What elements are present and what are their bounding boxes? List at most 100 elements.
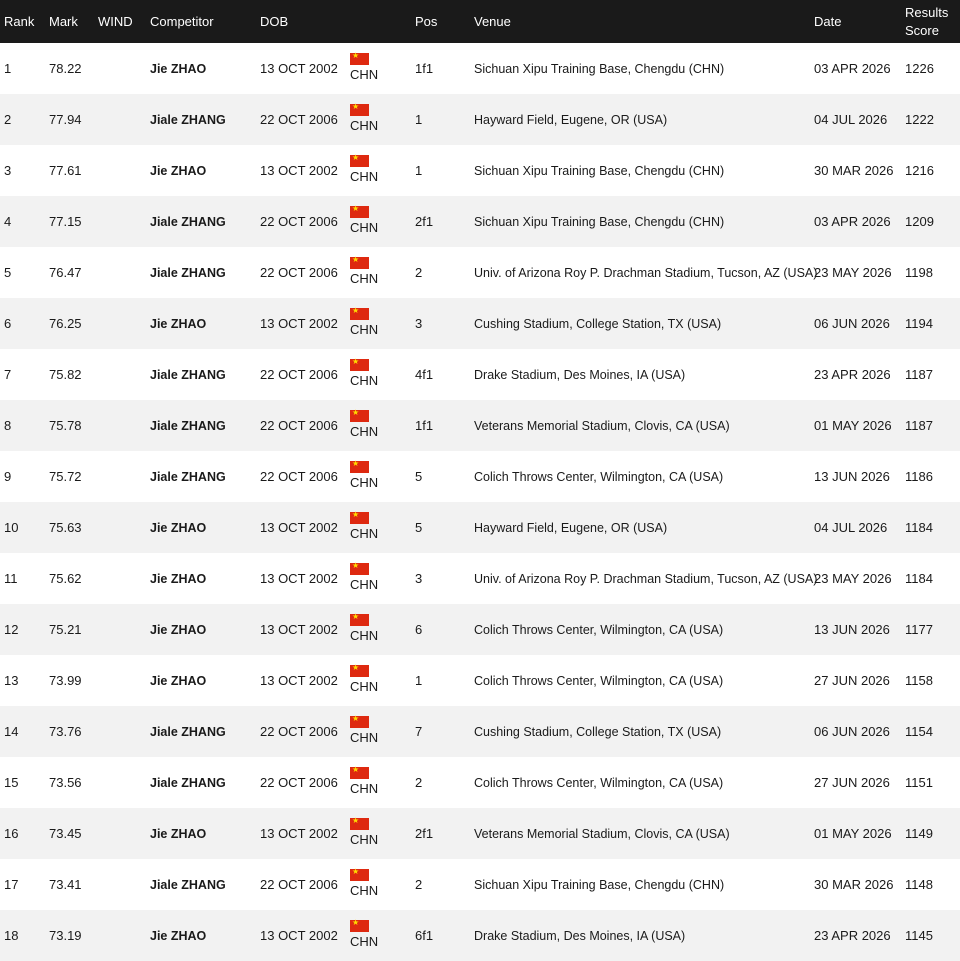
country-code: CHN <box>350 373 379 388</box>
rank-cell: 5 <box>4 264 12 280</box>
pos-cell: 1f1 <box>415 60 434 76</box>
pos-cell: 2 <box>415 774 423 790</box>
header-mark[interactable]: Mark <box>45 0 94 43</box>
competitor-link[interactable]: Jiale ZHANG <box>146 400 256 451</box>
score-cell: 1198 <box>905 264 933 280</box>
rank-cell: 10 <box>4 519 19 535</box>
venue-cell: Veterans Memorial Stadium, Clovis, CA (U… <box>474 418 730 433</box>
date-cell: 30 MAR 2026 <box>814 162 894 178</box>
header-date[interactable]: Date <box>810 0 901 43</box>
competitor-link[interactable]: Jie ZHAO <box>146 502 256 553</box>
table-row[interactable]: 5 76.47 Jiale ZHANG22 OCT 2006 CHN 2 Univ. of… <box>0 247 960 298</box>
header-rank[interactable]: Rank <box>0 0 45 43</box>
table-row[interactable]: 15 73.56 Jiale ZHANG22 OCT 2006 CHN 2 Colich … <box>0 757 960 808</box>
pos-cell: 4f1 <box>415 366 434 382</box>
score-cell: 1145 <box>905 927 933 943</box>
rank-cell: 17 <box>4 876 19 892</box>
competitor-link[interactable]: Jie ZHAO <box>146 145 256 196</box>
china-flag-icon <box>350 662 369 677</box>
header-wind[interactable]: WIND <box>94 0 146 43</box>
competitor-link[interactable]: Jiale ZHANG <box>146 349 256 400</box>
competitor-link[interactable]: Jiale ZHANG <box>146 94 256 145</box>
table-row[interactable]: 7 75.82 Jiale ZHANG22 OCT 2006 CHN 4f1 Drake … <box>0 349 960 400</box>
table-row[interactable]: 17 73.41 Jiale ZHANG22 OCT 2006 CHN 2 Sichuan… <box>0 859 960 910</box>
table-row[interactable]: 14 73.76 Jiale ZHANG22 OCT 2006 CHN 7 Cushing… <box>0 706 960 757</box>
table-row[interactable]: 6 76.25 Jie ZHAO13 OCT 2002 CHN 3 Cushing Sta… <box>0 298 960 349</box>
header-results-score[interactable]: Results Score <box>901 0 960 43</box>
wind-cell <box>94 502 146 553</box>
nationality-cell: CHN <box>346 604 411 655</box>
competitor-link[interactable]: Jie ZHAO <box>146 553 256 604</box>
pos-cell: 2f1 <box>415 213 434 229</box>
venue-cell: Hayward Field, Eugene, OR (USA) <box>474 112 668 127</box>
venue-cell: Univ. of Arizona Roy P. Drachman Stadium… <box>474 265 818 280</box>
competitor-link[interactable]: Jiale ZHANG <box>146 451 256 502</box>
wind-cell <box>94 553 146 604</box>
competitor-link[interactable]: Jie ZHAO <box>146 808 256 859</box>
country-code: CHN <box>350 628 379 643</box>
mark-cell: 75.62 <box>49 570 82 586</box>
header-dob[interactable]: DOB <box>256 0 346 43</box>
table-row[interactable]: 1 78.22 Jie ZHAO13 OCT 2002 CHN 1f1 Sichuan X… <box>0 43 960 94</box>
competitor-link[interactable]: Jiale ZHANG <box>146 859 256 910</box>
mark-cell: 78.22 <box>49 60 82 76</box>
competitor-link[interactable]: Jiale ZHANG <box>146 247 256 298</box>
china-flag-icon <box>350 560 369 575</box>
competitor-link[interactable]: Jiale ZHANG <box>146 757 256 808</box>
country-code: CHN <box>350 220 379 235</box>
table-row[interactable]: 13 73.99 Jie ZHAO13 OCT 2002 CHN 1 Colich Thr… <box>0 655 960 706</box>
nationality-cell: CHN <box>346 349 411 400</box>
mark-cell: 75.78 <box>49 417 82 433</box>
pos-cell: 2 <box>415 876 423 892</box>
table-row[interactable]: 18 73.19 Jie ZHAO13 OCT 2002 CHN 6f1 Drake St… <box>0 910 960 961</box>
wind-cell <box>94 910 146 961</box>
competitor-link[interactable]: Jiale ZHANG <box>146 196 256 247</box>
mark-cell: 73.45 <box>49 825 82 841</box>
china-flag-icon <box>350 713 369 728</box>
venue-cell: Colich Throws Center, Wilmington, CA (US… <box>474 673 724 688</box>
header-competitor[interactable]: Competitor <box>146 0 256 43</box>
dob-cell: 22 OCT 2006 <box>260 213 338 229</box>
header-venue[interactable]: Venue <box>470 0 810 43</box>
table-row[interactable]: 12 75.21 Jie ZHAO13 OCT 2002 CHN 6 Colich Thr… <box>0 604 960 655</box>
wind-cell <box>94 757 146 808</box>
table-row[interactable]: 3 77.61 Jie ZHAO13 OCT 2002 CHN 1 Sichuan Xip… <box>0 145 960 196</box>
rank-cell: 6 <box>4 315 12 331</box>
score-cell: 1187 <box>905 417 933 433</box>
rank-cell: 11 <box>4 570 18 586</box>
competitor-link[interactable]: Jie ZHAO <box>146 910 256 961</box>
mark-cell: 73.19 <box>49 927 82 943</box>
table-row[interactable]: 8 75.78 Jiale ZHANG22 OCT 2006 CHN 1f1 Vetera… <box>0 400 960 451</box>
competitor-link[interactable]: Jiale ZHANG <box>146 706 256 757</box>
table-row[interactable]: 10 75.63 Jie ZHAO13 OCT 2002 CHN 5 Hayward Fi… <box>0 502 960 553</box>
wind-cell <box>94 706 146 757</box>
dob-cell: 22 OCT 2006 <box>260 468 338 484</box>
pos-cell: 1 <box>415 111 423 127</box>
dob-cell: 13 OCT 2002 <box>260 570 338 586</box>
nationality-cell: CHN <box>346 553 411 604</box>
header-pos[interactable]: Pos <box>411 0 470 43</box>
table-row[interactable]: 9 75.72 Jiale ZHANG22 OCT 2006 CHN 5 Colich T… <box>0 451 960 502</box>
competitor-link[interactable]: Jie ZHAO <box>146 298 256 349</box>
table-row[interactable]: 4 77.15 Jiale ZHANG22 OCT 2006 CHN 2f1 Sichua… <box>0 196 960 247</box>
mark-cell: 75.82 <box>49 366 82 382</box>
wind-cell <box>94 94 146 145</box>
mark-cell: 73.99 <box>49 672 82 688</box>
china-flag-icon <box>350 917 369 932</box>
mark-cell: 75.63 <box>49 519 82 535</box>
mark-cell: 75.72 <box>49 468 82 484</box>
mark-cell: 73.56 <box>49 774 82 790</box>
china-flag-icon <box>350 101 369 116</box>
dob-cell: 13 OCT 2002 <box>260 60 338 76</box>
table-row[interactable]: 2 77.94 Jiale ZHANG22 OCT 2006 CHN 1 Hayward … <box>0 94 960 145</box>
competitor-link[interactable]: Jie ZHAO <box>146 604 256 655</box>
nationality-cell: CHN <box>346 400 411 451</box>
competitor-link[interactable]: Jie ZHAO <box>146 43 256 94</box>
table-row[interactable]: 11 75.62 Jie ZHAO13 OCT 2002 CHN 3 Univ. of A… <box>0 553 960 604</box>
venue-cell: Sichuan Xipu Training Base, Chengdu (CHN… <box>474 163 725 178</box>
score-cell: 1151 <box>905 774 933 790</box>
competitor-link[interactable]: Jie ZHAO <box>146 655 256 706</box>
mark-cell: 76.25 <box>49 315 82 331</box>
score-cell: 1177 <box>905 621 933 637</box>
table-row[interactable]: 16 73.45 Jie ZHAO13 OCT 2002 CHN 2f1 Veterans… <box>0 808 960 859</box>
